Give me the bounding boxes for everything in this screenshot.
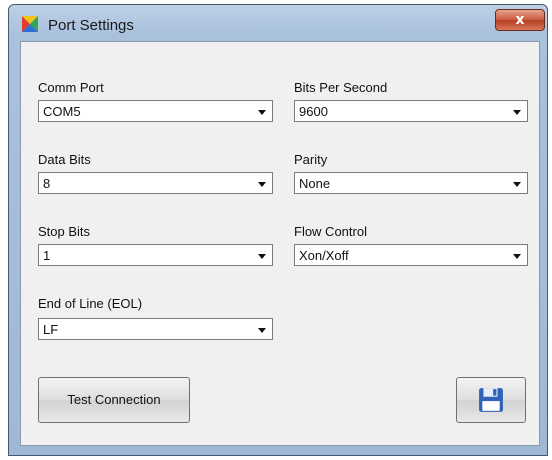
bits-per-second-select[interactable]: 9600 [294, 100, 528, 122]
chevron-down-icon [513, 254, 521, 259]
parity-label: Parity [294, 152, 328, 167]
stop-bits-value: 1 [43, 248, 51, 263]
flow-control-select[interactable]: Xon/Xoff [294, 244, 528, 266]
app-icon [22, 16, 38, 32]
flow-control-value: Xon/Xoff [299, 248, 349, 263]
close-icon: x [515, 12, 525, 28]
bits-per-second-label: Bits Per Second [294, 80, 388, 95]
test-connection-button[interactable]: Test Connection [38, 377, 190, 423]
eol-label: End of Line (EOL) [38, 296, 143, 311]
stop-bits-select[interactable]: 1 [38, 244, 273, 266]
data-bits-value: 8 [43, 176, 51, 191]
test-connection-label: Test Connection [67, 392, 161, 407]
chevron-down-icon [258, 254, 266, 259]
data-bits-label: Data Bits [38, 152, 91, 167]
data-bits-select[interactable]: 8 [38, 172, 273, 194]
close-button[interactable]: x [495, 9, 545, 31]
flow-control-label: Flow Control [294, 224, 367, 239]
chevron-down-icon [258, 110, 266, 115]
chevron-down-icon [258, 328, 266, 333]
chevron-down-icon [513, 110, 521, 115]
title-bar[interactable]: Port Settings x [8, 4, 548, 42]
window-title: Port Settings [48, 17, 134, 34]
eol-select[interactable]: LF [38, 318, 273, 340]
chevron-down-icon [258, 182, 266, 187]
save-button[interactable] [456, 377, 526, 423]
bits-per-second-value: 9600 [299, 104, 328, 119]
eol-value: LF [43, 322, 59, 337]
parity-select[interactable]: None [294, 172, 528, 194]
floppy-disk-icon [479, 388, 503, 412]
chevron-down-icon [513, 182, 521, 187]
parity-value: None [299, 176, 331, 191]
comm-port-label: Comm Port [38, 80, 104, 95]
comm-port-value: COM5 [43, 104, 81, 119]
stop-bits-label: Stop Bits [38, 224, 91, 239]
comm-port-select[interactable]: COM5 [38, 100, 273, 122]
